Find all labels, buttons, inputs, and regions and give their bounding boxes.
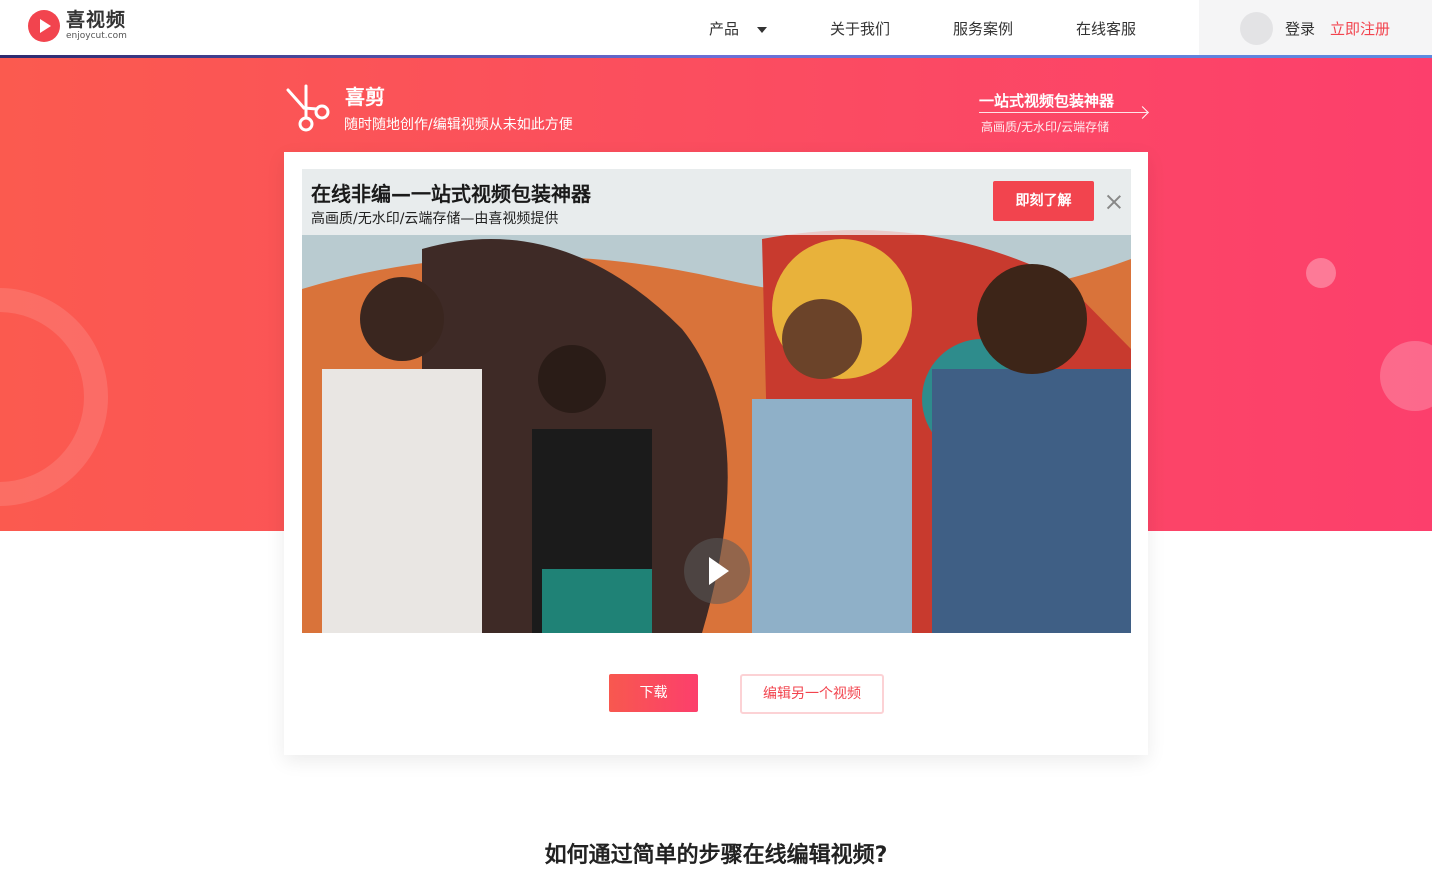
promo-subtitle: 高画质/无水印/云端存储 <box>981 120 1110 134</box>
user-area: 登录 立即注册 <box>1199 0 1432 56</box>
avatar[interactable] <box>1240 12 1273 45</box>
arrow-right-icon <box>979 112 1147 113</box>
ad-subtitle: 高画质/无水印/云端存储—由喜视频提供 <box>311 211 559 227</box>
logo-title: 喜视频 <box>66 9 127 31</box>
brand-mark <box>284 82 330 134</box>
brand-subtitle: 随时随地创作/编辑视频从未如此方便 <box>344 117 573 133</box>
nav-item-cases[interactable]: 服务案例 <box>953 18 1013 39</box>
promo-title: 一站式视频包装神器 <box>979 92 1115 110</box>
section-title: 如何通过简单的步骤在线编辑视频? <box>544 843 888 868</box>
decorative-dot <box>1306 258 1336 288</box>
download-button[interactable]: 下载 <box>609 674 698 712</box>
promo-link[interactable]: 一站式视频包装神器 高画质/无水印/云端存储 <box>979 90 1149 134</box>
login-link[interactable]: 登录 <box>1285 18 1315 39</box>
top-header: 喜视频 enjoycut.com 产品 关于我们 服务案例 在线客服 登录 立即… <box>0 0 1432 56</box>
learn-more-button[interactable]: 即刻了解 <box>993 181 1094 221</box>
logo-play-icon <box>28 10 60 42</box>
edit-another-button[interactable]: 编辑另一个视频 <box>740 674 884 714</box>
nav-item-support[interactable]: 在线客服 <box>1076 18 1136 39</box>
decorative-dot <box>1380 341 1432 411</box>
nav-item-products[interactable]: 产品 <box>709 18 768 39</box>
close-icon[interactable] <box>1105 193 1123 211</box>
scissors-icon <box>286 84 330 132</box>
decorative-ring <box>0 288 108 506</box>
logo-subtitle: enjoycut.com <box>66 31 127 41</box>
play-icon[interactable] <box>684 538 750 604</box>
register-link[interactable]: 立即注册 <box>1330 18 1390 39</box>
site-logo[interactable]: 喜视频 enjoycut.com <box>28 10 127 42</box>
nav-item-label: 产品 <box>709 20 740 38</box>
ad-title: 在线非编—一站式视频包装神器 <box>311 182 591 206</box>
nav-item-about[interactable]: 关于我们 <box>830 18 890 39</box>
caret-down-icon <box>757 26 768 33</box>
brand-title: 喜剪 <box>345 85 385 109</box>
